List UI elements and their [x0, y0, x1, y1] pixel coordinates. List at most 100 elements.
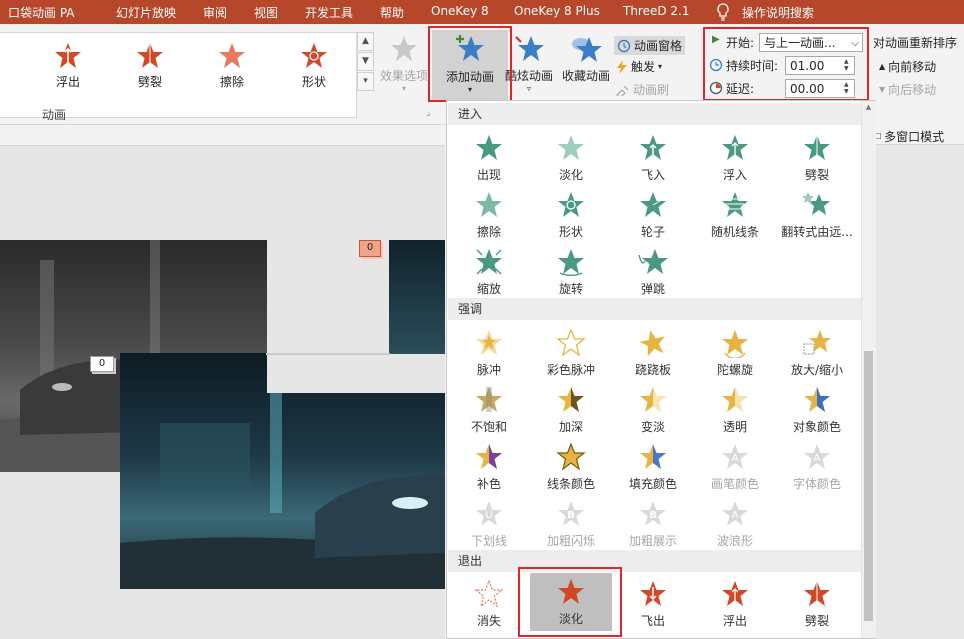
disappear-icon [474, 579, 504, 608]
menu-threed[interactable]: ThreeD 2.1 [623, 4, 690, 18]
emphasis-lighten[interactable]: 变淡 [612, 381, 694, 435]
entrance-spin[interactable]: 旋转 [530, 243, 612, 297]
fancy-animation-button[interactable]: 酷炫动画 ▿ [504, 34, 554, 93]
emphasis-desaturate[interactable]: 不饱和 [448, 381, 530, 435]
entrance-float-in[interactable]: 浮入 [694, 129, 776, 183]
emphasis-grow-shrink[interactable]: 放大/缩小 [776, 324, 858, 378]
duration-spinner-icon[interactable]: ▲ ▼ [844, 58, 853, 72]
entrance-bounce[interactable]: 弹跳 [612, 243, 694, 297]
entrance-split[interactable]: 劈裂 [776, 129, 858, 183]
menu-onekey8[interactable]: OneKey 8 [431, 4, 489, 18]
entrance-shape[interactable]: 形状 [530, 186, 612, 240]
entrance-wheel-label: 轮子 [640, 225, 665, 239]
emphasis-darken[interactable]: 加深 [530, 381, 612, 435]
entrance-fly-in[interactable]: 飞入 [612, 129, 694, 183]
emphasis-fill-color[interactable]: 填充颜色 [612, 438, 694, 492]
car-photo-color-top[interactable] [389, 240, 445, 354]
gallery-scroll-up-icon[interactable]: ▲ [357, 32, 374, 51]
lighten-icon [640, 387, 666, 412]
entrance-random-bars[interactable]: 随机线条 [694, 186, 776, 240]
trigger-button[interactable]: 触发 ▾ [616, 58, 662, 75]
menu-slideshow[interactable]: 幻灯片放映 [116, 4, 176, 21]
animation-order-tag-top[interactable]: 0 [359, 240, 381, 257]
photo-edge [266, 353, 390, 355]
add-animation-caret-icon: ▾ [467, 85, 472, 94]
menu-onekey8plus[interactable]: OneKey 8 Plus [514, 4, 600, 18]
gallery-shape[interactable]: 形状 [284, 39, 344, 99]
gallery-split[interactable]: 劈裂 [120, 39, 180, 99]
bold-flash-icon: B [558, 501, 584, 526]
entrance-flip-from-far[interactable]: 翻转式由远... [776, 186, 858, 240]
duration-input[interactable]: 01.00 ▲ ▼ [785, 56, 855, 75]
emphasis-brush-color[interactable]: A 画笔颜色 [694, 438, 776, 492]
emphasis-pulse[interactable]: 脉冲 [448, 324, 530, 378]
emphasis-color-pulse[interactable]: 彩色脉冲 [530, 324, 612, 378]
float-out-icon [55, 43, 81, 68]
emphasis-wave[interactable]: A 波浪形 [694, 495, 776, 549]
animation-order-tag-car[interactable]: 0 [90, 356, 114, 372]
animation-painter-button[interactable]: 动画刷 [616, 81, 669, 98]
entrance-split-label: 劈裂 [804, 168, 829, 182]
emphasis-bold-reveal[interactable]: B 加粗展示 [612, 495, 694, 549]
menu-view[interactable]: 视图 [254, 4, 278, 21]
entrance-appear[interactable]: 出现 [448, 129, 530, 183]
search-prompt[interactable]: 操作说明搜索 [742, 4, 814, 21]
dialog-launcher-icon[interactable]: ⌟ [426, 108, 430, 118]
bold-reveal-icon: B [640, 501, 666, 526]
fly-in-icon [640, 135, 666, 160]
exit-fly-out[interactable]: 飞出 [612, 575, 694, 629]
emphasis-bold-flash[interactable]: B 加粗闪烁 [530, 495, 612, 549]
effect-options-button[interactable]: 效果选项 ▾ [378, 34, 430, 93]
menu-help[interactable]: 帮助 [380, 4, 404, 21]
gallery-wipe-label: 擦除 [219, 75, 244, 89]
add-animation-button[interactable]: 添加动画 ▾ [432, 30, 508, 102]
move-later-button[interactable]: ▼ 向后移动 [879, 81, 936, 98]
delay-label: 延迟: [726, 82, 755, 96]
font-color-icon: A [804, 444, 830, 469]
exit-split[interactable]: 劈裂 [776, 575, 858, 629]
emphasis-teeter[interactable]: 跷跷板 [612, 324, 694, 378]
gallery-float-out[interactable]: 浮出 [38, 39, 98, 99]
multiwindow-mode-button[interactable]: ☐ 多窗口模式 [874, 128, 944, 145]
duration-value: 01.00 [790, 59, 825, 73]
dropdown-scrollbar[interactable]: ▲ [861, 101, 876, 638]
entrance-zoom[interactable]: 缩放 [448, 243, 530, 297]
menu-review[interactable]: 审阅 [203, 4, 227, 21]
gallery-expand-icon[interactable]: ▾ [357, 72, 374, 91]
emphasis-line-color[interactable]: 线条颜色 [530, 438, 612, 492]
delay-input[interactable]: 00.00 ▲ ▼ [785, 79, 855, 98]
gallery-scroll-down-icon[interactable]: ▼ [357, 52, 374, 71]
emphasis-object-color[interactable]: 对象颜色 [776, 381, 858, 435]
delay-spinner-icon[interactable]: ▲ ▼ [844, 81, 853, 95]
effect-options-icon [391, 36, 417, 61]
menu-koudai[interactable]: 口袋动画 PA [8, 4, 75, 21]
gallery-shape-label: 形状 [301, 75, 326, 89]
emphasis-transparency[interactable]: 透明 [694, 381, 776, 435]
emphasis-font-color[interactable]: A 字体颜色 [776, 438, 858, 492]
emphasis-fill-color-label: 填充颜色 [628, 477, 677, 491]
svg-text:U: U [485, 510, 492, 521]
menu-developer[interactable]: 开发工具 [305, 4, 353, 21]
exit-fade[interactable]: 淡化 [530, 573, 612, 631]
move-earlier-label: 向前移动 [888, 60, 937, 74]
start-dropdown[interactable]: 与上一动画... ⌵ [759, 33, 863, 52]
gallery-wipe[interactable]: 擦除 [202, 39, 262, 99]
fancy-animation-caret-icon: ▿ [526, 84, 531, 93]
favorite-animation-button[interactable]: 收藏动画 [558, 34, 614, 84]
scroll-up-icon[interactable]: ▲ [864, 103, 873, 111]
emphasis-spin[interactable]: 陀螺旋 [694, 324, 776, 378]
split-icon [137, 43, 163, 68]
scrollbar-thumb[interactable] [864, 351, 873, 621]
entrance-fade[interactable]: 淡化 [530, 129, 612, 183]
emphasis-wave-label: 波浪形 [716, 534, 753, 548]
entrance-wipe[interactable]: 擦除 [448, 186, 530, 240]
animation-pane-label: 动画窗格 [634, 39, 683, 53]
move-earlier-button[interactable]: ▲ 向前移动 [879, 58, 936, 75]
emphasis-complementary[interactable]: 补色 [448, 438, 530, 492]
exit-disappear[interactable]: 消失 [448, 575, 530, 629]
exit-float-out[interactable]: 浮出 [694, 575, 776, 629]
entrance-wheel[interactable]: 轮子 [612, 186, 694, 240]
menu-bar: 口袋动画 PA 幻灯片放映 审阅 视图 开发工具 帮助 OneKey 8 One… [0, 0, 964, 24]
animation-pane-button[interactable]: 动画窗格 [614, 36, 686, 55]
emphasis-underline[interactable]: U 下划线 [448, 495, 530, 549]
